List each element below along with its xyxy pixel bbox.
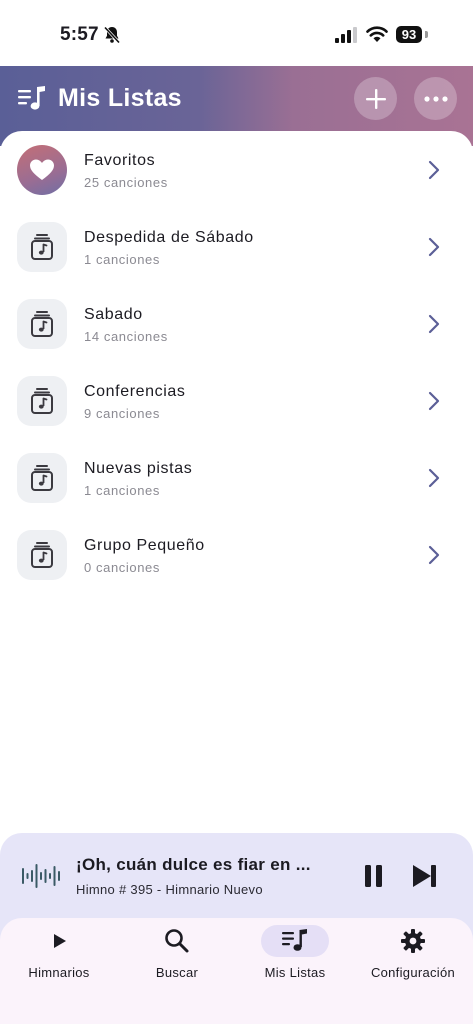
plus-icon [365,88,386,109]
music-file-icon [31,311,53,337]
nav-label: Configuración [370,965,456,980]
playlist-title: Despedida de Sábado [84,229,254,246]
playlist-title: Nuevas pistas [84,460,193,477]
battery-level: 93 [396,26,422,43]
more-horizontal-icon [423,95,448,102]
nav-item-himnarios[interactable]: Himnarios [0,918,118,998]
more-options-button[interactable] [414,77,457,120]
playlist-song-count: 1 canciones [84,252,160,267]
status-time: 5:57 [60,24,99,45]
chevron-right-icon [428,237,440,257]
nav-item-configuracion[interactable]: Configuración [354,918,472,998]
heart-icon [30,159,54,180]
playlist-thumbnail [17,453,67,503]
chevron-right-icon [428,545,440,565]
chevron-right-icon [428,391,440,411]
chevron-right-icon [428,468,440,488]
playlist-list: Favoritos 25 canciones Despedida de Sába… [0,131,473,851]
playlist-song-count: 25 canciones [84,175,168,190]
pause-button[interactable] [362,863,386,889]
wifi-icon [366,26,388,42]
music-file-icon [31,388,53,414]
playlist-title: Conferencias [84,383,186,400]
playlist-item-conferencias[interactable]: Conferencias 9 canciones [0,362,473,439]
gear-icon [401,929,425,953]
battery-tip [425,31,428,38]
favorites-thumbnail [17,145,67,195]
playlist-item-despedida-de-sabado[interactable]: Despedida de Sábado 1 canciones [0,208,473,285]
now-playing-title: ¡Oh, cuán dulce es fiar en ... [76,855,311,874]
playlist-item-favoritos[interactable]: Favoritos 25 canciones [0,131,473,208]
chevron-right-icon [428,314,440,334]
nav-label: Himnarios [28,965,90,980]
playlist-icon [18,86,45,110]
signal-icon [335,27,357,43]
playlist-item-nuevas-pistas[interactable]: Nuevas pistas 1 canciones [0,439,473,516]
nav-item-mis-listas[interactable]: Mis Listas [236,918,354,998]
playlist-title: Grupo Pequeño [84,537,205,554]
nav-icon-container [25,925,93,957]
play-icon [54,934,66,948]
status-bar: 5:57 93 [0,0,473,66]
waveform-icon [22,864,60,888]
search-icon [165,929,189,953]
now-playing-subtitle: Himno # 395 - Himnario Nuevo [76,882,263,897]
playlist-title: Favoritos [84,152,156,169]
nav-icon-container [143,925,211,957]
playlist-thumbnail [17,530,67,580]
playlist-title: Sabado [84,306,143,323]
music-file-icon [31,542,53,568]
playlist-song-count: 9 canciones [84,406,160,421]
nav-icon-container [379,925,447,957]
playlist-thumbnail [17,376,67,426]
nav-icon-container-active [261,925,329,957]
bottom-navigation: Himnarios Buscar Mis Listas Configuració… [0,918,473,1024]
nav-label: Buscar [155,965,199,980]
nav-label: Mis Listas [264,965,326,980]
music-file-icon [31,465,53,491]
playlist-song-count: 0 canciones [84,560,160,575]
chevron-right-icon [428,160,440,180]
playlist-song-count: 1 canciones [84,483,160,498]
page-title: Mis Listas [58,84,182,112]
bell-muted-icon [103,26,121,44]
add-playlist-button[interactable] [354,77,397,120]
music-file-icon [31,234,53,260]
playlist-item-sabado[interactable]: Sabado 14 canciones [0,285,473,362]
playlist-icon [282,929,307,951]
playlist-thumbnail [17,222,67,272]
nav-item-buscar[interactable]: Buscar [118,918,236,998]
skip-next-button[interactable] [410,863,440,889]
playlist-thumbnail [17,299,67,349]
playlist-song-count: 14 canciones [84,329,168,344]
playlist-item-grupo-pequeno[interactable]: Grupo Pequeño 0 canciones [0,516,473,593]
